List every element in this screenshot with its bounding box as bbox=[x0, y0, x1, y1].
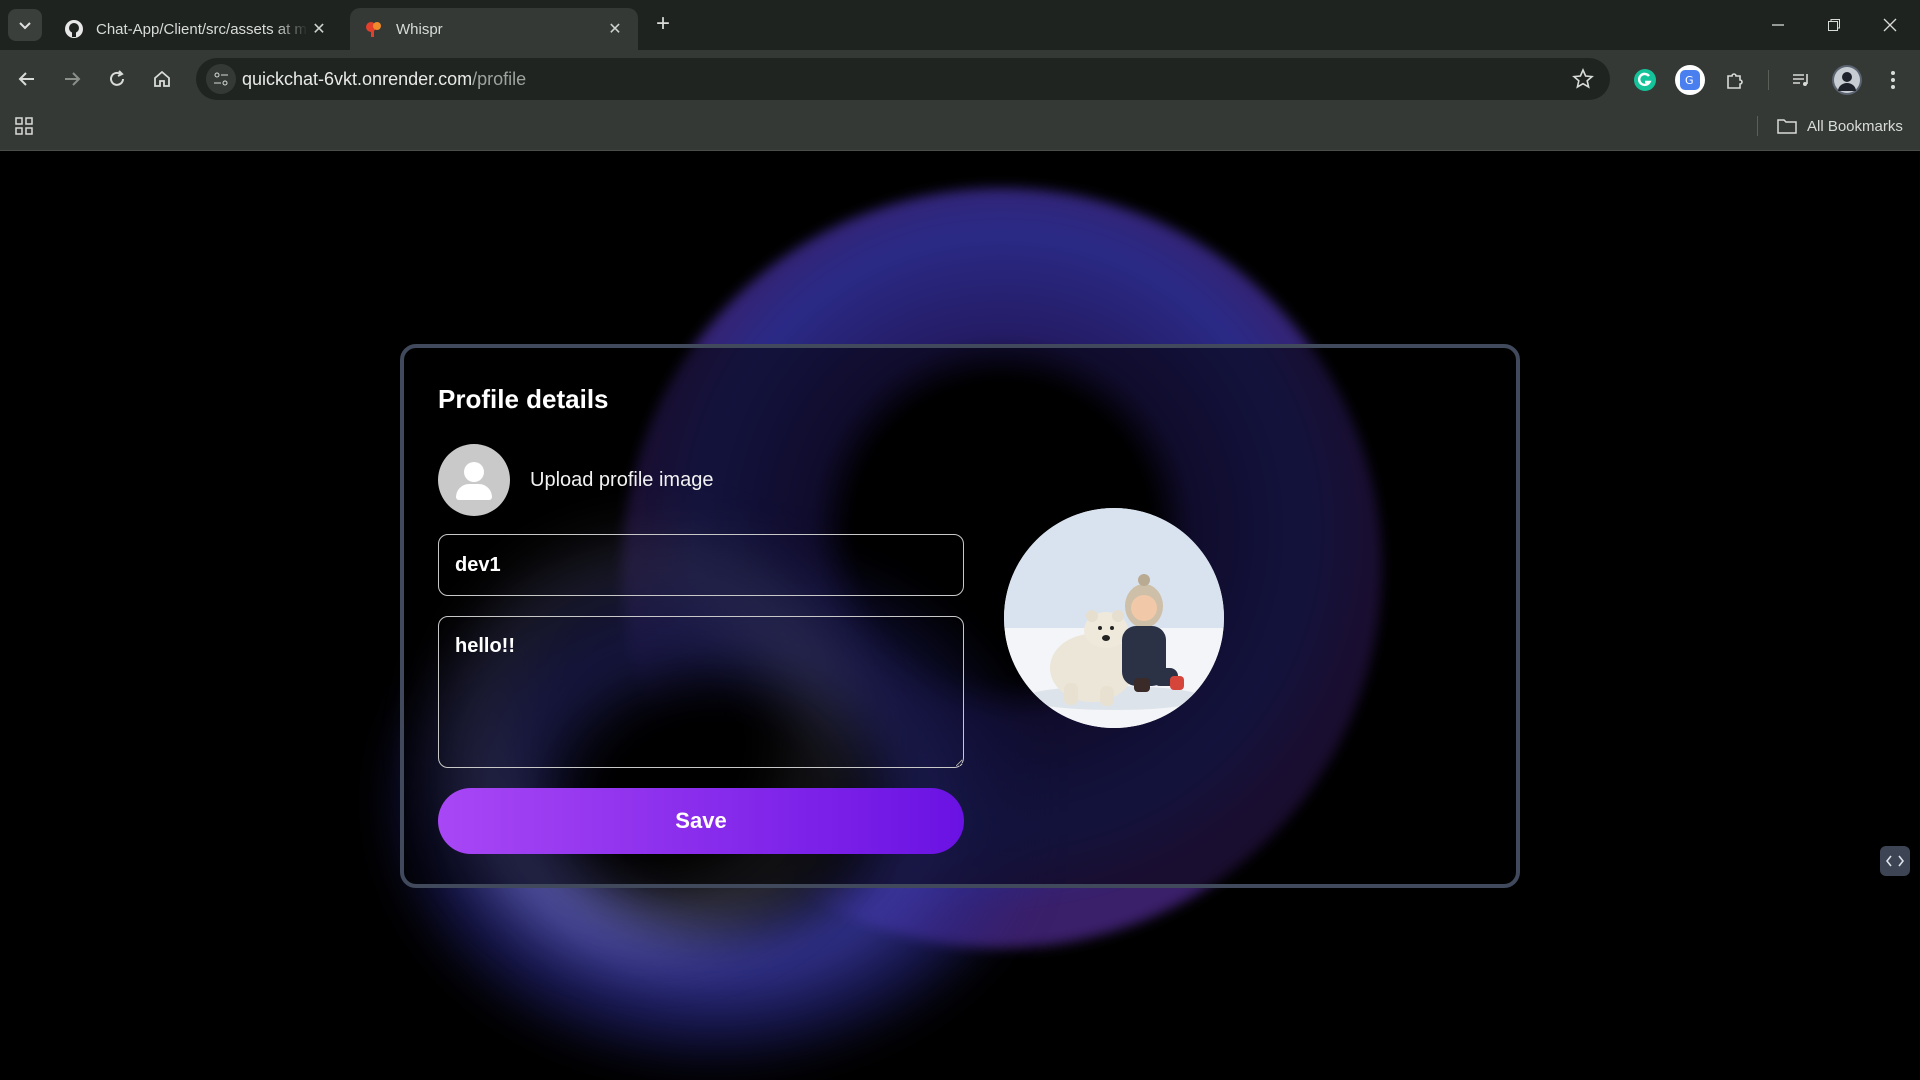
url-path: /profile bbox=[472, 69, 527, 89]
save-button[interactable]: Save bbox=[438, 788, 964, 854]
page-viewport: Profile details Upload profile image hel… bbox=[0, 152, 1920, 1080]
grammarly-extension-icon[interactable] bbox=[1630, 65, 1660, 95]
tab-github[interactable]: Chat-App/Client/src/assets at main ✕ bbox=[50, 8, 342, 50]
floating-widget-button[interactable] bbox=[1880, 846, 1910, 876]
url-host: quickchat-6vkt.onrender.com bbox=[242, 69, 473, 89]
arrow-right-icon bbox=[65, 72, 81, 86]
bookmarks-bar bbox=[0, 108, 1920, 151]
home-icon bbox=[154, 70, 170, 87]
close-icon[interactable]: ✕ bbox=[604, 18, 626, 40]
page-title: Profile details bbox=[438, 384, 609, 414]
new-tab-button[interactable]: + bbox=[650, 12, 676, 38]
all-bookmarks-label: All Bookmarks bbox=[1807, 117, 1903, 135]
whispr-icon bbox=[364, 19, 384, 39]
minimize-icon bbox=[1772, 24, 1784, 26]
bio-textarea[interactable]: hello!! bbox=[438, 616, 964, 768]
github-icon bbox=[64, 19, 84, 39]
close-icon bbox=[1883, 18, 1897, 32]
reload-icon bbox=[110, 70, 124, 86]
tab-title: Chat-App/Client/src/assets at main bbox=[96, 20, 308, 38]
reload-button[interactable] bbox=[100, 62, 134, 96]
upload-label: Upload profile image bbox=[530, 468, 714, 491]
svg-text:G: G bbox=[1685, 74, 1694, 87]
restore-button[interactable] bbox=[1806, 8, 1862, 42]
avatar-placeholder-icon bbox=[438, 444, 510, 516]
code-icon bbox=[1886, 855, 1904, 867]
tab-search-button[interactable] bbox=[8, 9, 42, 41]
profile-avatar[interactable] bbox=[1832, 65, 1862, 95]
forward-button[interactable] bbox=[55, 62, 89, 96]
folder-icon bbox=[1777, 119, 1797, 134]
site-info-button[interactable] bbox=[206, 64, 236, 94]
name-input[interactable] bbox=[438, 534, 964, 596]
bookmarks-divider bbox=[1757, 116, 1758, 136]
close-window-button[interactable] bbox=[1862, 8, 1918, 42]
browser-toolbar: quickchat-6vkt.onrender.com/profile G bbox=[0, 50, 1920, 108]
profile-photo bbox=[1004, 508, 1224, 728]
tab-strip: Chat-App/Client/src/assets at main ✕ Whi… bbox=[0, 0, 1920, 50]
apps-grid-icon[interactable] bbox=[14, 116, 34, 136]
address-bar[interactable]: quickchat-6vkt.onrender.com/profile bbox=[196, 58, 1610, 100]
extensions-puzzle-icon[interactable] bbox=[1720, 65, 1750, 95]
all-bookmarks-button[interactable]: All Bookmarks bbox=[1777, 115, 1903, 137]
more-vertical-icon bbox=[1891, 71, 1895, 89]
arrow-left-icon bbox=[18, 72, 34, 86]
back-button[interactable] bbox=[10, 62, 44, 96]
restore-icon bbox=[1828, 19, 1840, 31]
url-text: quickchat-6vkt.onrender.com/profile bbox=[242, 69, 526, 90]
home-button[interactable] bbox=[145, 62, 179, 96]
close-icon[interactable]: ✕ bbox=[308, 18, 330, 40]
minimize-button[interactable] bbox=[1750, 8, 1806, 42]
profile-card: Profile details Upload profile image hel… bbox=[400, 344, 1520, 888]
upload-profile-image-button[interactable]: Upload profile image bbox=[438, 444, 713, 516]
tab-whispr[interactable]: Whispr ✕ bbox=[350, 8, 638, 50]
browser-menu-button[interactable] bbox=[1878, 65, 1908, 95]
toolbar-divider bbox=[1768, 70, 1769, 90]
tune-icon bbox=[214, 72, 228, 86]
translate-extension-icon[interactable]: G bbox=[1675, 65, 1705, 95]
child-with-polar-bear-image bbox=[1004, 508, 1224, 728]
tab-title: Whispr bbox=[396, 20, 443, 38]
bookmark-star-icon[interactable] bbox=[1572, 67, 1594, 90]
user-avatar-icon bbox=[1834, 67, 1860, 93]
chevron-down-icon bbox=[19, 22, 31, 30]
media-controls-icon[interactable] bbox=[1786, 65, 1816, 95]
